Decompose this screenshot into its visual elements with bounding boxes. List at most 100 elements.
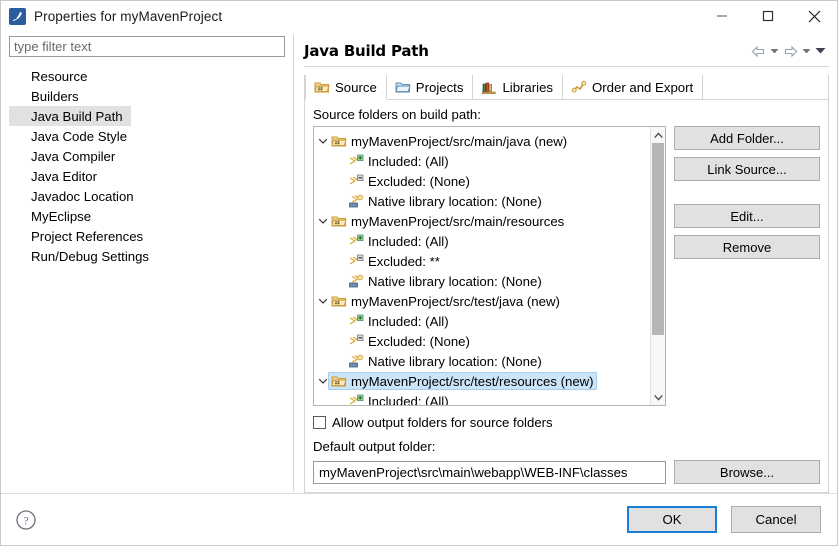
- sidebar-item-label: Java Editor: [31, 168, 97, 184]
- tab-bar: Source Projects Libraries Order and Export: [305, 75, 828, 100]
- source-folder-attribute-row[interactable]: Native library location: (None): [314, 271, 650, 291]
- minimize-button[interactable]: [699, 1, 745, 31]
- sidebar-item-resource[interactable]: Resource: [9, 66, 285, 86]
- default-output-folder-row: myMavenProject\src\main\webapp\WEB-INF\c…: [313, 460, 820, 484]
- properties-dialog: Properties for myMavenProject type filte…: [0, 0, 838, 546]
- sidebar-item-javadoc-location[interactable]: Javadoc Location: [9, 186, 285, 206]
- allow-output-folders-row[interactable]: Allow output folders for source folders: [313, 415, 820, 430]
- row-content: myMavenProject/src/test/java (new): [331, 293, 560, 309]
- default-output-folder-input[interactable]: myMavenProject\src\main\webapp\WEB-INF\c…: [313, 460, 666, 484]
- source-row-label: myMavenProject/src/test/java (new): [351, 293, 560, 309]
- browse-button[interactable]: Browse...: [674, 460, 820, 484]
- header-separator: [304, 66, 829, 67]
- source-folder-row[interactable]: myMavenProject/src/main/resources: [314, 211, 650, 231]
- source-folder-row[interactable]: myMavenProject/src/test/resources (new): [314, 371, 650, 391]
- row-content: Native library location: (None): [348, 273, 542, 289]
- tree-vertical-scrollbar[interactable]: [650, 127, 665, 405]
- tab-libraries[interactable]: Libraries: [473, 75, 564, 99]
- sidebar-item-project-references[interactable]: Project References: [9, 226, 285, 246]
- source-row-label: Excluded: **: [368, 253, 440, 269]
- native-library-icon: [349, 194, 363, 208]
- edit-button[interactable]: Edit...: [674, 204, 820, 228]
- source-row-label: Native library location: (None): [368, 193, 542, 209]
- chevron-down-icon[interactable]: [318, 297, 328, 305]
- sidebar-tree: Resource Builders Java Build Path Java Code…: [9, 66, 285, 266]
- source-folder-attribute-row[interactable]: Included: (All): [314, 151, 650, 171]
- source-folder-attribute-row[interactable]: Native library location: (None): [314, 191, 650, 211]
- selected-row-content: myMavenProject/src/test/resources (new): [328, 372, 597, 390]
- tree-and-buttons: myMavenProject/src/main/java (new) Includ…: [313, 126, 820, 406]
- row-content: myMavenProject/src/main/resources: [331, 213, 564, 229]
- scrollbar-track[interactable]: [651, 143, 665, 389]
- source-folder-row[interactable]: myMavenProject/src/main/java (new): [314, 131, 650, 151]
- source-row-label: Included: (All): [368, 313, 449, 329]
- chevron-down-icon[interactable]: [318, 377, 328, 385]
- dialog-footer: ? OK Cancel: [1, 493, 837, 545]
- sidebar-item-builders[interactable]: Builders: [9, 86, 285, 106]
- forward-button[interactable]: [782, 42, 799, 60]
- maximize-button[interactable]: [745, 1, 791, 31]
- expand-chevron-icon[interactable]: [314, 137, 331, 145]
- sidebar-item-label: Java Compiler: [31, 148, 116, 164]
- ok-button[interactable]: OK: [627, 506, 717, 533]
- tree-action-buttons: Add Folder... Link Source... Edit... Remove: [674, 126, 820, 406]
- source-folder-attribute-row[interactable]: Excluded: (None): [314, 331, 650, 351]
- scroll-up-icon[interactable]: [651, 127, 665, 143]
- source-tab-panel: Source folders on build path: myMavenPro…: [305, 100, 828, 492]
- source-folder-attribute-row[interactable]: Included: (All): [314, 231, 650, 251]
- forward-dropdown-icon[interactable]: [800, 42, 813, 60]
- page-title: Java Build Path: [304, 42, 429, 60]
- source-folder-attribute-row[interactable]: Included: (All): [314, 391, 650, 405]
- page-header: Java Build Path: [304, 37, 829, 65]
- page-menu-icon[interactable]: [814, 42, 827, 60]
- libraries-books-icon: [482, 82, 496, 94]
- source-row-label: myMavenProject/src/test/resources (new): [351, 373, 594, 389]
- help-question-icon[interactable]: ?: [15, 509, 37, 531]
- sidebar-item-java-code-style[interactable]: Java Code Style: [9, 126, 285, 146]
- cancel-button[interactable]: Cancel: [731, 506, 821, 533]
- excluded-icon: [349, 254, 364, 265]
- back-button[interactable]: [750, 42, 767, 60]
- sidebar-item-run-debug-settings[interactable]: Run/Debug Settings: [9, 246, 285, 266]
- source-folder-icon: [331, 376, 347, 387]
- filter-input[interactable]: type filter text: [9, 36, 285, 57]
- close-button[interactable]: [791, 1, 837, 31]
- source-folder-row[interactable]: myMavenProject/src/test/java (new): [314, 291, 650, 311]
- expand-chevron-icon[interactable]: [314, 297, 331, 305]
- native-library-icon: [349, 274, 363, 288]
- source-folder-icon: [331, 296, 347, 307]
- allow-output-folders-checkbox[interactable]: [313, 416, 326, 429]
- source-row-label: Included: (All): [368, 233, 449, 249]
- source-folder-attribute-row[interactable]: Excluded: (None): [314, 171, 650, 191]
- dialog-content: type filter text Resource Builders Java Bu…: [1, 31, 837, 493]
- chevron-down-icon[interactable]: [318, 137, 328, 145]
- settings-sidebar: type filter text Resource Builders Java Bu…: [1, 31, 293, 493]
- scroll-down-icon[interactable]: [651, 389, 665, 405]
- row-content: Native library location: (None): [348, 193, 542, 209]
- source-folder-attribute-row[interactable]: Included: (All): [314, 311, 650, 331]
- sidebar-item-myeclipse[interactable]: MyEclipse: [9, 206, 285, 226]
- chevron-down-icon[interactable]: [318, 217, 328, 225]
- page-nav-controls: [750, 42, 829, 60]
- tab-source[interactable]: Source: [305, 75, 387, 100]
- sidebar-item-java-compiler[interactable]: Java Compiler: [9, 146, 285, 166]
- row-content: Excluded: **: [348, 253, 440, 269]
- tab-order-and-export[interactable]: Order and Export: [563, 75, 704, 99]
- source-folder-attribute-row[interactable]: Native library location: (None): [314, 351, 650, 371]
- row-content: myMavenProject/src/main/java (new): [331, 133, 567, 149]
- filter-placeholder: type filter text: [14, 39, 92, 54]
- source-folder-attribute-row[interactable]: Excluded: **: [314, 251, 650, 271]
- sidebar-item-java-build-path[interactable]: Java Build Path: [9, 106, 131, 126]
- source-row-label: Excluded: (None): [368, 333, 470, 349]
- row-content: Native library location: (None): [348, 353, 542, 369]
- back-dropdown-icon[interactable]: [768, 42, 781, 60]
- sidebar-item-label: Resource: [31, 68, 88, 84]
- remove-button[interactable]: Remove: [674, 235, 820, 259]
- expand-chevron-icon[interactable]: [314, 217, 331, 225]
- scrollbar-thumb[interactable]: [652, 143, 664, 335]
- tab-projects[interactable]: Projects: [387, 75, 474, 99]
- link-source-button[interactable]: Link Source...: [674, 157, 820, 181]
- add-folder-button[interactable]: Add Folder...: [674, 126, 820, 150]
- source-folders-tree[interactable]: myMavenProject/src/main/java (new) Includ…: [313, 126, 666, 406]
- sidebar-item-java-editor[interactable]: Java Editor: [9, 166, 285, 186]
